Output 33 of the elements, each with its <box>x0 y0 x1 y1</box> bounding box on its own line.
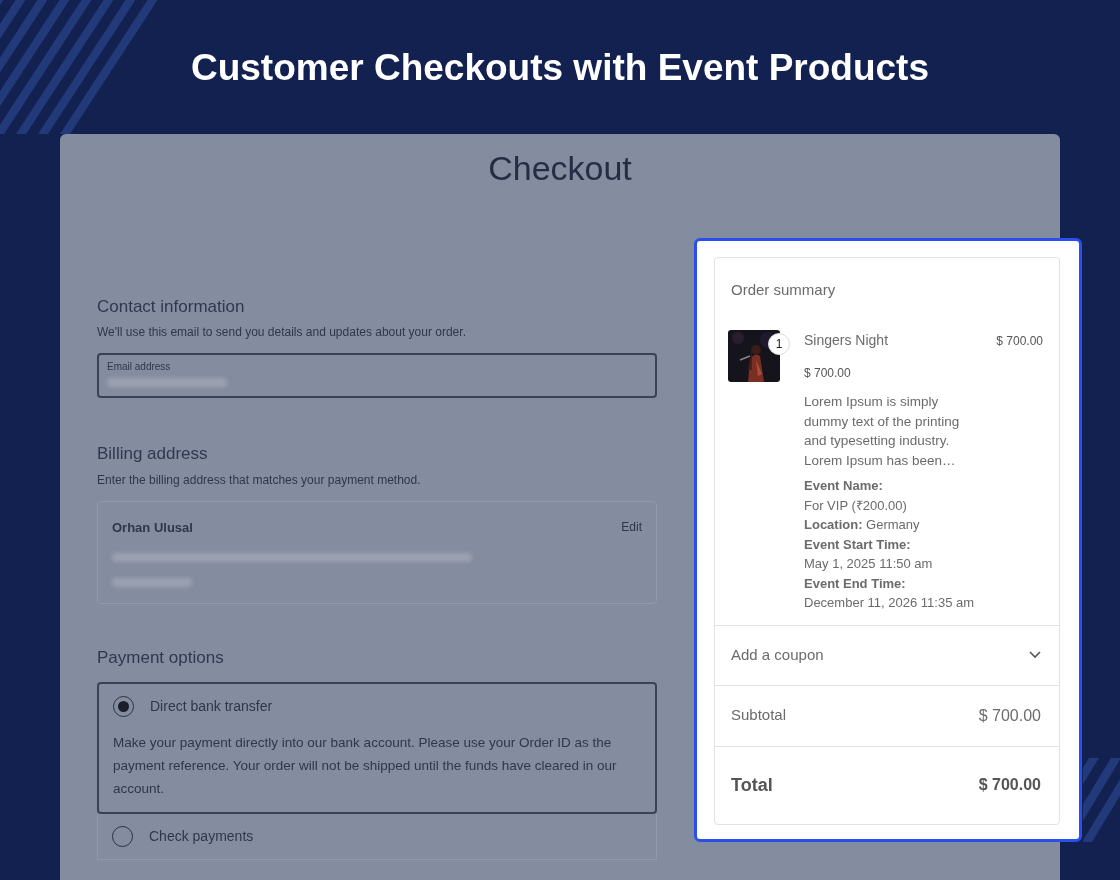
section-description: We'll use this email to send you details and updates about your order. <box>97 324 467 342</box>
payment-option[interactable]: Direct bank transfer Make your payment directly into our bank account. Please use your Order ID as the payment reference. Your order will not be shipped until the funds have cleared in our account. <box>97 681 657 814</box>
event-detail: Event Start Time: <box>804 535 912 554</box>
unit-price: $ 700.00 <box>804 365 852 382</box>
total-label: Total <box>731 773 773 797</box>
option-description: Make your payment directly into our bank account. Please use your Order ID as the payment reference. Your order will not be shipped until the funds have cleared in our account. <box>113 733 618 798</box>
option-label: Direct bank transfer <box>150 696 273 716</box>
chevron-icon[interactable] <box>1029 651 1041 659</box>
event-detail: Event End Time: <box>804 574 907 593</box>
product-name: Singers Night <box>804 331 889 350</box>
event-detail: December 11, 2026 11:35 am <box>804 594 976 612</box>
event-detail: Location: Germany <box>804 516 921 534</box>
option-label: Check payments <box>149 826 254 846</box>
payment-option[interactable]: Check payments <box>97 813 657 860</box>
banner-title: Customer Checkouts with Event Products <box>190 46 930 90</box>
section-heading: Billing address <box>97 444 209 465</box>
customer-name: Orhan Ulusal <box>112 518 193 537</box>
section-description: Enter the billing address that matches your payment method. <box>97 471 422 489</box>
card-title: Order summary <box>731 281 836 298</box>
event-detail: May 1, 2025 11:50 am <box>804 555 934 573</box>
section-heading: Payment options <box>97 647 225 668</box>
page-title: Checkout <box>487 148 633 189</box>
edit-link[interactable]: Edit <box>621 517 642 536</box>
event-detail: For VIP (₹200.00) <box>804 496 908 515</box>
section-heading: Contact information <box>97 296 246 318</box>
subtotal-value: $ 700.00 <box>978 705 1041 726</box>
coupon-label: Add a coupon <box>731 644 824 665</box>
total-value: $ 700.00 <box>978 775 1041 796</box>
email-field[interactable]: Email address <box>97 353 657 399</box>
subtotal-label: Subtotal <box>731 705 787 726</box>
line-total: $ 700.00 <box>996 333 1043 350</box>
product-description: Lorem Ipsum is simply dummy text of the printing and typesetting industry. Lorem Ipsum has been… <box>804 393 961 470</box>
event-detail: Event Name: <box>804 477 884 495</box>
